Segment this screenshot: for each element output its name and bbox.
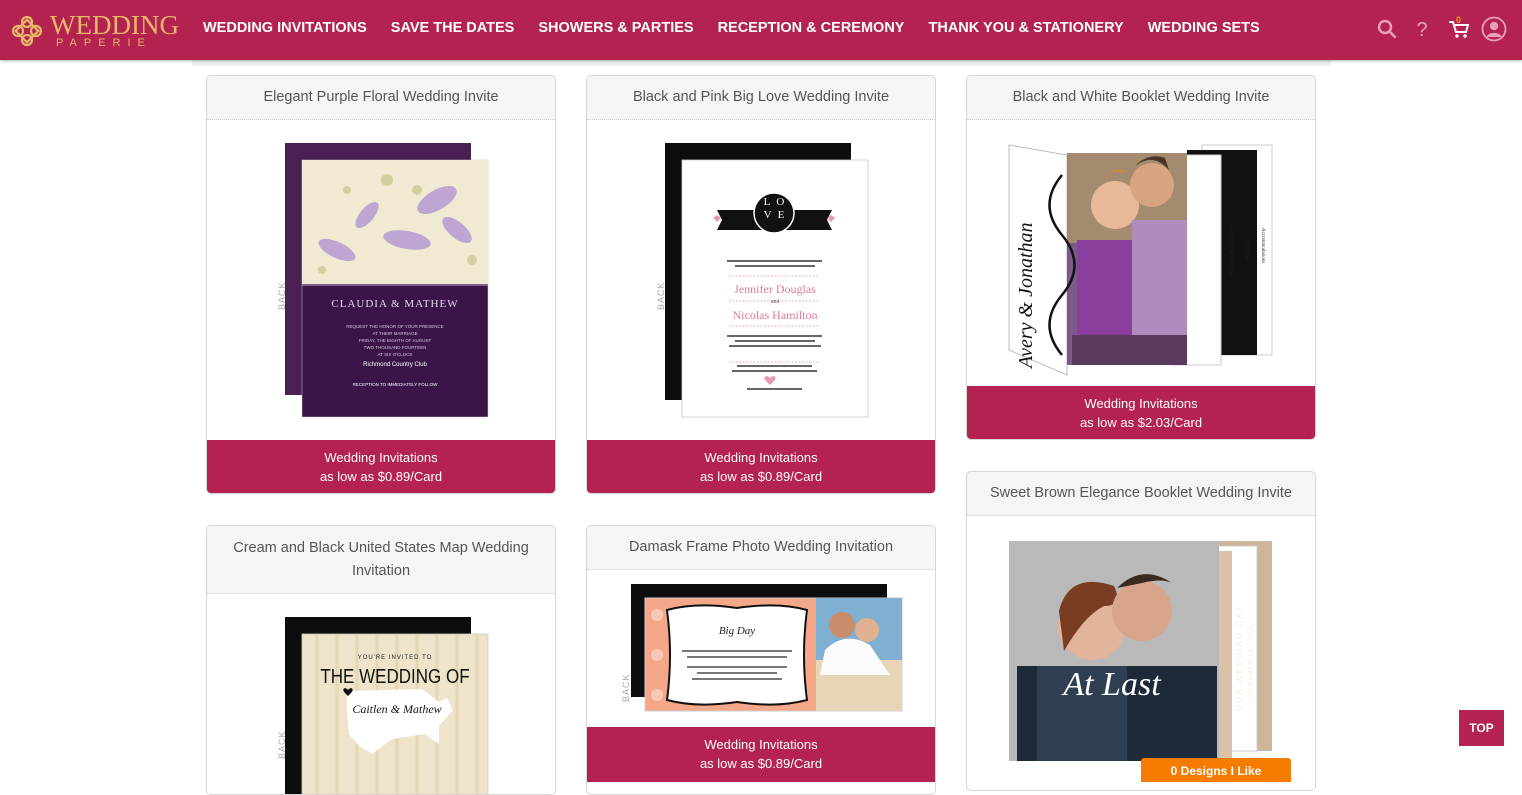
knot-logo-icon (11, 15, 43, 47)
product-price-bar[interactable]: Wedding Invitations as low as $2.03/Card (967, 386, 1315, 439)
designs-i-like-button[interactable]: 0 Designs I Like (1141, 758, 1291, 782)
product-category: Wedding Invitations (1084, 396, 1198, 411)
help-icon[interactable]: ? (1410, 17, 1434, 41)
product-price-bar[interactable]: Wedding Invitations as low as $0.89/Card (207, 440, 555, 493)
product-card[interactable]: Damask Frame Photo Wedding Invitation BA… (586, 525, 936, 795)
product-image[interactable]: Avery & Jonathan Ceremony & Reception Di… (967, 120, 1315, 386)
brand-name: WEDDING (50, 10, 179, 40)
product-card[interactable]: Elegant Purple Floral Wedding Invite BAC… (206, 75, 556, 494)
product-price-bar[interactable]: Wedding Invitations as low as $0.89/Card (587, 440, 935, 493)
booklet-side-text: OUR WEDDING DAY (1235, 604, 1244, 711)
nav-showers-parties[interactable]: SHOWERS & PARTIES (538, 20, 693, 36)
product-card[interactable]: Black and White Booklet Wedding Invite A… (966, 75, 1316, 440)
back-to-top-button[interactable]: TOP (1459, 710, 1504, 746)
product-image[interactable]: BACK Big Day (587, 570, 935, 727)
nav-wedding-sets[interactable]: WEDDING SETS (1148, 20, 1260, 36)
svg-text:?: ? (1416, 19, 1427, 41)
and-text: and (770, 299, 780, 305)
black-pink-love-invite-art (665, 143, 869, 418)
invite-couple-names: Caitlen & Mathew (352, 702, 442, 716)
invite-text-block: REQUEST THE HONOR OF YOUR PRESENCE AT TH… (346, 324, 444, 387)
product-image[interactable]: BACK CLAUDIA & MATHEW REQUEST THE HONOR … (207, 120, 555, 440)
product-card[interactable]: Cream and Black United States Map Weddin… (206, 525, 556, 795)
groom-name: Nicolas Hamilton (732, 308, 818, 322)
tab-accommodations: Accommodations (1260, 228, 1265, 264)
us-map-invite-art (285, 617, 489, 794)
product-category: Wedding Invitations (704, 450, 818, 465)
tab-ceremony: Ceremony & Reception (1228, 228, 1233, 276)
product-category: Wedding Invitations (324, 450, 438, 465)
product-title[interactable]: Sweet Brown Elegance Booklet Wedding Inv… (967, 472, 1315, 516)
product-image[interactable]: BACK YOU'RE INVITED TO THE WEDDING OF Ca… (207, 594, 555, 794)
product-price: as low as $0.89/Card (699, 756, 823, 771)
product-title[interactable]: Elegant Purple Floral Wedding Invite (207, 76, 555, 120)
nav-save-the-dates[interactable]: SAVE THE DATES (391, 20, 515, 36)
product-image[interactable]: BACK LOVE Jennifer Douglas and Nicolas H… (587, 120, 935, 440)
bride-name: Jennifer Douglas (734, 282, 816, 296)
product-price: as low as $0.89/Card (319, 469, 443, 484)
product-image[interactable]: At Last OUR WEDDING DAY DECEMBER 18, 201… (967, 516, 1315, 786)
search-icon[interactable] (1375, 17, 1399, 41)
product-price: as low as $2.03/Card (1079, 415, 1203, 430)
product-card[interactable]: Black and Pink Big Love Wedding Invite B… (586, 75, 936, 494)
love-emblem-text: LOVE (763, 196, 791, 221)
nav-wedding-invitations[interactable]: WEDDING INVITATIONS (203, 20, 367, 36)
product-title[interactable]: Damask Frame Photo Wedding Invitation (587, 526, 935, 570)
content-top-strip (192, 60, 1331, 66)
invite-couple-names: CLAUDIA & MATHEW (331, 298, 459, 310)
tab-directions: Directions (1244, 238, 1249, 259)
brand-subname: PAPERIE (56, 37, 152, 49)
user-account-icon[interactable] (1481, 16, 1507, 42)
invite-script-heading: Big Day (718, 625, 756, 637)
product-card[interactable]: Sweet Brown Elegance Booklet Wedding Inv… (966, 471, 1316, 791)
brown-booklet-invite-art (1009, 541, 1272, 761)
main-nav: WEDDING INVITATIONS SAVE THE DATES SHOWE… (203, 20, 1284, 36)
product-title[interactable]: Cream and Black United States Map Weddin… (207, 526, 555, 594)
product-title[interactable]: Black and White Booklet Wedding Invite (967, 76, 1315, 120)
nav-thank-you-stationery[interactable]: THANK YOU & STATIONERY (928, 20, 1123, 36)
purple-floral-invite-art (285, 143, 489, 418)
product-title[interactable]: Black and Pink Big Love Wedding Invite (587, 76, 935, 120)
brand-logo[interactable]: WEDDING PAPERIE (10, 12, 180, 52)
booklet-couple-names: Avery & Jonathan (1015, 222, 1037, 368)
top-navigation-bar: WEDDING PAPERIE WEDDING INVITATIONS SAVE… (0, 0, 1522, 60)
cart-count-badge: 0 (1456, 15, 1462, 25)
invite-heading: THE WEDDING OF (320, 666, 470, 688)
nav-reception-ceremony[interactable]: RECEPTION & CEREMONY (718, 20, 905, 36)
booklet-side-date: DECEMBER 18, 2016 (1249, 624, 1255, 701)
damask-photo-invite-art (631, 584, 903, 712)
invited-text: YOU'RE INVITED TO (357, 655, 433, 661)
product-price: as low as $0.89/Card (699, 469, 823, 484)
script-overlay: At Last (1063, 666, 1161, 703)
product-category: Wedding Invitations (704, 737, 818, 752)
